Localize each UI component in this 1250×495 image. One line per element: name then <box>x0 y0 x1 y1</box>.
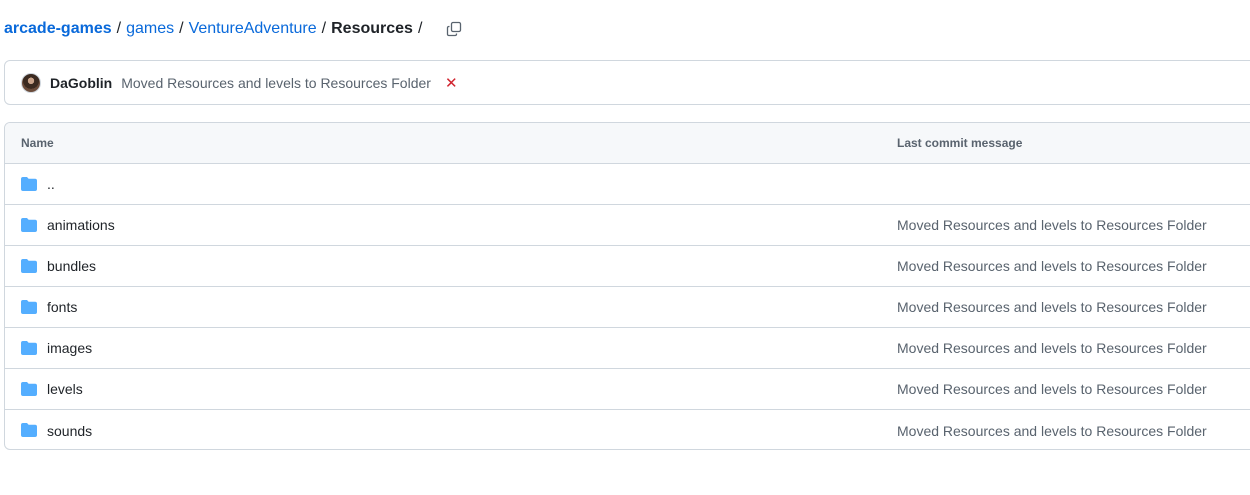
file-name-link[interactable]: sounds <box>47 423 92 439</box>
row-commit-message-link[interactable]: Moved Resources and levels to Resources … <box>897 299 1207 315</box>
file-name-link[interactable]: images <box>47 340 92 356</box>
file-name-link[interactable]: animations <box>47 217 115 233</box>
table-row[interactable]: levels Moved Resources and levels to Reso… <box>5 369 1250 410</box>
copy-path-button[interactable] <box>444 19 464 39</box>
file-name-link[interactable]: .. <box>47 176 55 192</box>
table-header: Name Last commit message <box>5 123 1250 164</box>
table-row[interactable]: animations Moved Resources and levels to … <box>5 205 1250 246</box>
table-row[interactable]: images Moved Resources and levels to Reso… <box>5 328 1250 369</box>
breadcrumb-repo-link[interactable]: arcade-games <box>4 20 112 38</box>
row-commit-message-link[interactable]: Moved Resources and levels to Resources … <box>897 423 1207 439</box>
folder-icon <box>21 218 37 232</box>
table-row[interactable]: .. <box>5 164 1250 205</box>
breadcrumb-separator: / <box>116 20 122 37</box>
row-commit-message-link[interactable]: Moved Resources and levels to Resources … <box>897 217 1207 233</box>
file-name-link[interactable]: fonts <box>47 299 77 315</box>
folder-icon <box>21 382 37 396</box>
table-row[interactable]: fonts Moved Resources and levels to Resou… <box>5 287 1250 328</box>
folder-icon <box>21 423 37 437</box>
row-commit-message-link[interactable]: Moved Resources and levels to Resources … <box>897 381 1207 397</box>
breadcrumb-link-ventureadventure[interactable]: VentureAdventure <box>189 20 317 38</box>
row-commit-message-link[interactable]: Moved Resources and levels to Resources … <box>897 258 1207 274</box>
folder-icon <box>21 177 37 191</box>
file-name-link[interactable]: bundles <box>47 258 96 274</box>
column-header-last-commit-message: Last commit message <box>897 136 1023 150</box>
commit-author[interactable]: DaGoblin <box>50 75 112 91</box>
commit-status-failed-icon[interactable]: ✕ <box>445 74 458 92</box>
avatar[interactable] <box>21 72 41 93</box>
folder-icon <box>21 300 37 314</box>
copy-icon <box>447 21 462 37</box>
breadcrumb-separator: / <box>321 20 327 37</box>
breadcrumb-current: Resources <box>331 20 413 37</box>
file-table: Name Last commit message .. animations Mov… <box>4 122 1250 450</box>
breadcrumb-separator: / <box>179 20 184 37</box>
folder-icon <box>21 259 37 273</box>
latest-commit-bar: DaGoblin Moved Resources and levels to R… <box>4 60 1250 105</box>
breadcrumb-separator: / <box>417 20 423 37</box>
breadcrumb: arcade-games / games / VentureAdventure … <box>4 17 464 41</box>
breadcrumb-link-games[interactable]: games <box>126 20 174 38</box>
table-row[interactable]: bundles Moved Resources and levels to Res… <box>5 246 1250 287</box>
file-name-link[interactable]: levels <box>47 381 83 397</box>
column-header-name: Name <box>21 136 54 150</box>
commit-message[interactable]: Moved Resources and levels to Resources … <box>121 75 431 91</box>
folder-icon <box>21 341 37 355</box>
table-row[interactable]: sounds Moved Resources and levels to Reso… <box>5 410 1250 449</box>
row-commit-message-link[interactable]: Moved Resources and levels to Resources … <box>897 340 1207 356</box>
